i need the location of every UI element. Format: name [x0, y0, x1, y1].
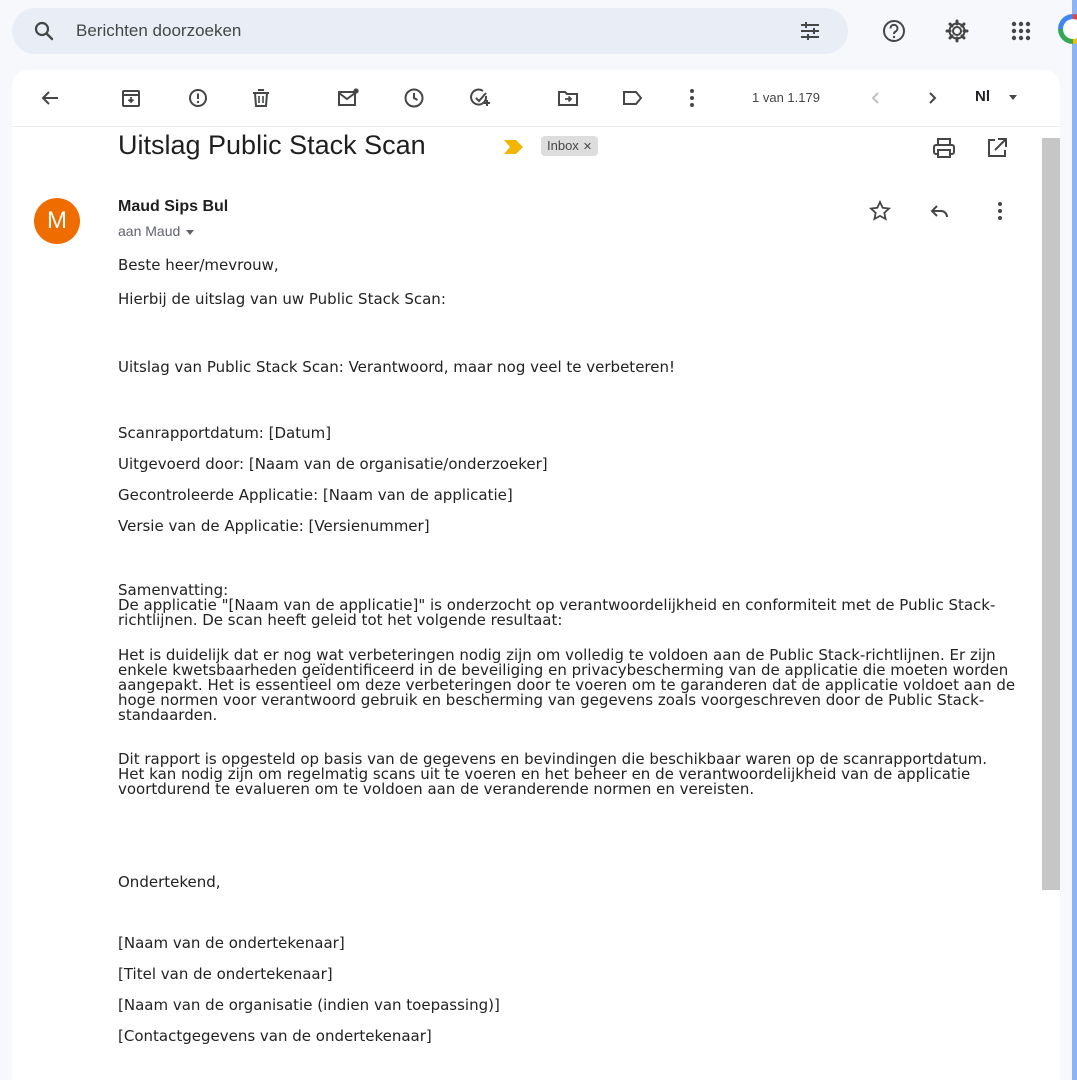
newer-chevron-icon[interactable] — [864, 86, 888, 110]
sender-name[interactable]: Maud Sips Bul — [118, 198, 228, 216]
greeting: Beste heer/mevrouw, — [118, 256, 279, 274]
report-spam-icon[interactable] — [186, 86, 210, 110]
signer-name: [Naam van de ondertekenaar] — [118, 934, 345, 952]
email-subject: Uitslag Public Stack Scan — [118, 130, 426, 160]
result-line: Uitslag van Public Stack Scan: Verantwoo… — [118, 358, 676, 376]
move-to-folder-icon[interactable] — [556, 86, 580, 110]
sender-avatar[interactable]: M — [34, 198, 80, 244]
message-toolbar: 1 van 1.179 Nl — [12, 70, 1060, 127]
application-line: Gecontroleerde Applicatie: [Naam van de … — [118, 486, 513, 504]
top-bar: Berichten doorzoeken — [0, 0, 1077, 64]
message-count: 1 van 1.179 — [752, 90, 820, 105]
input-language-selector[interactable]: Nl — [975, 88, 990, 105]
language-caret-icon[interactable] — [1009, 95, 1017, 100]
settings-gear-icon[interactable] — [943, 17, 971, 50]
star-icon[interactable] — [868, 199, 892, 228]
inbox-label-text: Inbox — [547, 138, 579, 153]
message-panel: 1 van 1.179 Nl Uitslag Public Stack Scan… — [12, 70, 1060, 1080]
snooze-clock-icon[interactable] — [402, 86, 426, 110]
add-task-icon[interactable] — [468, 86, 492, 110]
message-more-icon[interactable] — [988, 199, 1012, 228]
older-chevron-icon[interactable] — [920, 86, 944, 110]
search-input[interactable]: Berichten doorzoeken — [76, 21, 241, 41]
open-in-new-window-icon[interactable] — [984, 135, 1010, 166]
label-tag-icon[interactable] — [621, 86, 645, 110]
account-avatar[interactable] — [1058, 14, 1077, 44]
performed-by-line: Uitgevoerd door: [Naam van de organisati… — [118, 455, 548, 473]
more-options-icon[interactable] — [680, 86, 704, 110]
reply-icon[interactable] — [927, 199, 951, 228]
disclaimer-paragraph: Dit rapport is opgesteld op basis van de… — [118, 750, 988, 798]
search-options-icon[interactable] — [798, 19, 822, 48]
signed-line: Ondertekend, — [118, 873, 221, 891]
signer-contact: [Contactgegevens van de ondertekenaar] — [118, 1027, 432, 1045]
archive-icon[interactable] — [119, 86, 143, 110]
scan-date-line: Scanrapportdatum: [Datum] — [118, 424, 332, 442]
findings-paragraph: Het is duidelijk dat er nog wat verbeter… — [118, 646, 1016, 724]
signer-organisation: [Naam van de organisatie (indien van toe… — [118, 996, 500, 1014]
version-line: Versie van de Applicatie: [Versienummer] — [118, 517, 430, 535]
recipient-caret-icon[interactable] — [186, 229, 195, 235]
search-bar[interactable]: Berichten doorzoeken — [12, 8, 848, 54]
mark-unread-icon[interactable] — [336, 86, 360, 110]
apps-grid-icon[interactable] — [1007, 17, 1035, 50]
back-arrow-icon[interactable] — [38, 86, 62, 110]
window-edge — [1072, 0, 1077, 1080]
print-icon[interactable] — [931, 135, 957, 166]
scrollbar-thumb[interactable] — [1042, 138, 1060, 890]
delete-trash-icon[interactable] — [249, 86, 273, 110]
recipient-text: aan Maud — [118, 223, 181, 239]
search-icon[interactable] — [32, 19, 56, 48]
remove-label-icon[interactable]: ✕ — [583, 141, 592, 153]
signer-title: [Titel van de ondertekenaar] — [118, 965, 333, 983]
recipient-details[interactable]: aan Maud — [118, 223, 195, 239]
intro-line: Hierbij de uitslag van uw Public Stack S… — [118, 290, 446, 308]
inbox-label-chip[interactable]: Inbox ✕ — [541, 136, 599, 156]
help-icon[interactable] — [880, 17, 908, 50]
summary-text: De applicatie "[Naam van de applicatie]"… — [118, 596, 996, 629]
important-marker-icon[interactable] — [504, 140, 524, 159]
